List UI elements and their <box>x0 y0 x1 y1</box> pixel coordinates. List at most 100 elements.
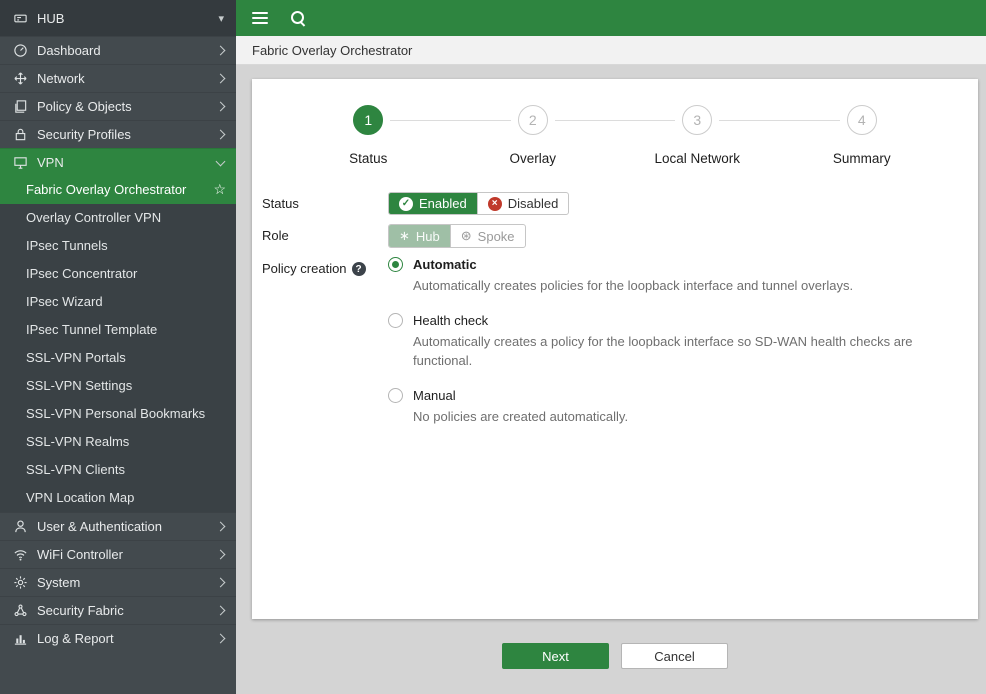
sidebar-item-security-profiles[interactable]: Security Profiles <box>0 120 236 148</box>
sidebar-subitem-label: Overlay Controller VPN <box>26 210 226 226</box>
security-fabric-icon <box>12 603 29 618</box>
sidebar: HUB ▾ Dashboard Network Policy & Objects <box>0 0 236 694</box>
sidebar-subitem-label: SSL-VPN Portals <box>26 350 226 366</box>
sidebar-item-ipsec-concentrator[interactable]: IPsec Concentrator <box>0 260 236 288</box>
sidebar-item-ipsec-tunnel-template[interactable]: IPsec Tunnel Template <box>0 316 236 344</box>
sidebar-item-policy-objects[interactable]: Policy & Objects <box>0 92 236 120</box>
enabled-label: Enabled <box>419 196 467 211</box>
chevron-right-icon <box>216 522 226 532</box>
sidebar-item-vpn[interactable]: VPN <box>0 148 236 176</box>
sidebar-item-user-authentication[interactable]: User & Authentication <box>0 512 236 540</box>
sidebar-item-sslvpn-clients[interactable]: SSL-VPN Clients <box>0 456 236 484</box>
hub-selector[interactable]: HUB ▾ <box>0 0 236 36</box>
sidebar-subitem-label: SSL-VPN Clients <box>26 462 226 478</box>
chevron-right-icon <box>216 606 226 616</box>
search-icon[interactable] <box>290 10 306 26</box>
sidebar-item-dashboard[interactable]: Dashboard <box>0 36 236 64</box>
chevron-right-icon <box>216 130 226 140</box>
role-toggle: ∗ Hub ⊛ Spoke <box>388 224 526 248</box>
wifi-icon <box>12 547 29 562</box>
help-icon[interactable]: ? <box>352 262 366 276</box>
radio-manual[interactable]: Manual <box>388 388 968 403</box>
wizard-step-overlay: 2 Overlay <box>451 105 616 166</box>
dashboard-icon <box>12 43 29 58</box>
step-label: Overlay <box>509 151 556 166</box>
status-row: Status ✓ Enabled × Disabled <box>262 192 968 215</box>
policy-option-manual: Manual No policies are created automatic… <box>388 388 968 427</box>
hamburger-icon[interactable] <box>252 12 268 24</box>
option-description: Automatically creates a policy for the l… <box>413 333 968 371</box>
sidebar-item-label: User & Authentication <box>37 519 209 534</box>
status-toggle: ✓ Enabled × Disabled <box>388 192 569 215</box>
role-field-label: Role <box>262 224 388 248</box>
sidebar-item-network[interactable]: Network <box>0 64 236 92</box>
sidebar-item-label: Security Profiles <box>37 127 209 142</box>
radio-automatic[interactable]: Automatic <box>388 257 968 272</box>
hub-device-icon <box>12 11 29 26</box>
breadcrumb: Fabric Overlay Orchestrator <box>236 36 986 65</box>
sidebar-item-ipsec-tunnels[interactable]: IPsec Tunnels <box>0 232 236 260</box>
content-area: 1 Status 2 Overlay 3 Local Network 4 Sum… <box>236 65 986 694</box>
step-circle: 1 <box>353 105 383 135</box>
policy-option-automatic: Automatic Automatically creates policies… <box>388 257 968 296</box>
spoke-button[interactable]: ⊛ Spoke <box>450 225 525 247</box>
chevron-down-icon <box>216 157 226 167</box>
option-label: Automatic <box>413 257 477 272</box>
enabled-button[interactable]: ✓ Enabled <box>389 193 477 214</box>
status-form: Status ✓ Enabled × Disabled <box>252 192 978 443</box>
policy-creation-row: Policy creation ? Automatic Automaticall… <box>262 257 968 443</box>
disabled-button[interactable]: × Disabled <box>477 193 569 214</box>
next-button[interactable]: Next <box>502 643 609 669</box>
sidebar-item-overlay-controller-vpn[interactable]: Overlay Controller VPN <box>0 204 236 232</box>
option-label: Health check <box>413 313 488 328</box>
sidebar-item-system[interactable]: System <box>0 568 236 596</box>
sidebar-item-sslvpn-personal-bookmarks[interactable]: SSL-VPN Personal Bookmarks <box>0 400 236 428</box>
hub-title: HUB <box>37 11 210 26</box>
sidebar-subitem-label: VPN Location Map <box>26 490 226 506</box>
hub-button[interactable]: ∗ Hub <box>389 225 450 247</box>
sidebar-item-label: WiFi Controller <box>37 547 209 562</box>
sidebar-subitem-label: IPsec Tunnels <box>26 238 226 254</box>
cancel-button[interactable]: Cancel <box>621 643 728 669</box>
option-label: Manual <box>413 388 456 403</box>
sidebar-item-log-report[interactable]: Log & Report <box>0 624 236 652</box>
option-description: No policies are created automatically. <box>413 408 968 427</box>
policy-creation-field-label: Policy creation ? <box>262 257 388 443</box>
sidebar-item-label: Dashboard <box>37 43 209 58</box>
role-label-text: Role <box>262 228 289 243</box>
check-circle-icon: ✓ <box>399 197 413 211</box>
radio-unselected-icon <box>388 388 403 403</box>
sidebar-item-label: System <box>37 575 209 590</box>
sidebar-item-security-fabric[interactable]: Security Fabric <box>0 596 236 624</box>
sidebar-item-ipsec-wizard[interactable]: IPsec Wizard <box>0 288 236 316</box>
step-label: Summary <box>833 151 891 166</box>
sidebar-item-fabric-overlay-orchestrator[interactable]: Fabric Overlay Orchestrator ☆ <box>0 176 236 204</box>
user-icon <box>12 519 29 534</box>
wizard-step-summary: 4 Summary <box>780 105 945 166</box>
chevron-right-icon <box>216 634 226 644</box>
sidebar-item-sslvpn-settings[interactable]: SSL-VPN Settings <box>0 372 236 400</box>
role-row: Role ∗ Hub ⊛ Spoke <box>262 224 968 248</box>
sidebar-subitem-label: SSL-VPN Personal Bookmarks <box>26 406 226 422</box>
vpn-submenu: Fabric Overlay Orchestrator ☆ Overlay Co… <box>0 176 236 512</box>
chevron-right-icon <box>216 550 226 560</box>
sidebar-item-wifi-controller[interactable]: WiFi Controller <box>0 540 236 568</box>
sidebar-subitem-label: IPsec Wizard <box>26 294 226 310</box>
sidebar-item-vpn-location-map[interactable]: VPN Location Map <box>0 484 236 512</box>
sidebar-item-sslvpn-realms[interactable]: SSL-VPN Realms <box>0 428 236 456</box>
sidebar-subitem-label: SSL-VPN Settings <box>26 378 226 394</box>
sidebar-item-label: Security Fabric <box>37 603 209 618</box>
sidebar-subitem-label: IPsec Tunnel Template <box>26 322 226 338</box>
policy-creation-options: Automatic Automatically creates policies… <box>388 257 968 443</box>
radio-health-check[interactable]: Health check <box>388 313 968 328</box>
sidebar-item-label: Policy & Objects <box>37 99 209 114</box>
sidebar-item-sslvpn-portals[interactable]: SSL-VPN Portals <box>0 344 236 372</box>
chevron-right-icon <box>216 102 226 112</box>
chevron-right-icon <box>216 578 226 588</box>
policy-option-health-check: Health check Automatically creates a pol… <box>388 313 968 371</box>
topbar <box>236 0 986 36</box>
sidebar-subitem-label: IPsec Concentrator <box>26 266 226 282</box>
wizard-card: 1 Status 2 Overlay 3 Local Network 4 Sum… <box>252 79 978 619</box>
star-icon[interactable]: ☆ <box>213 181 226 199</box>
network-icon <box>12 71 29 86</box>
